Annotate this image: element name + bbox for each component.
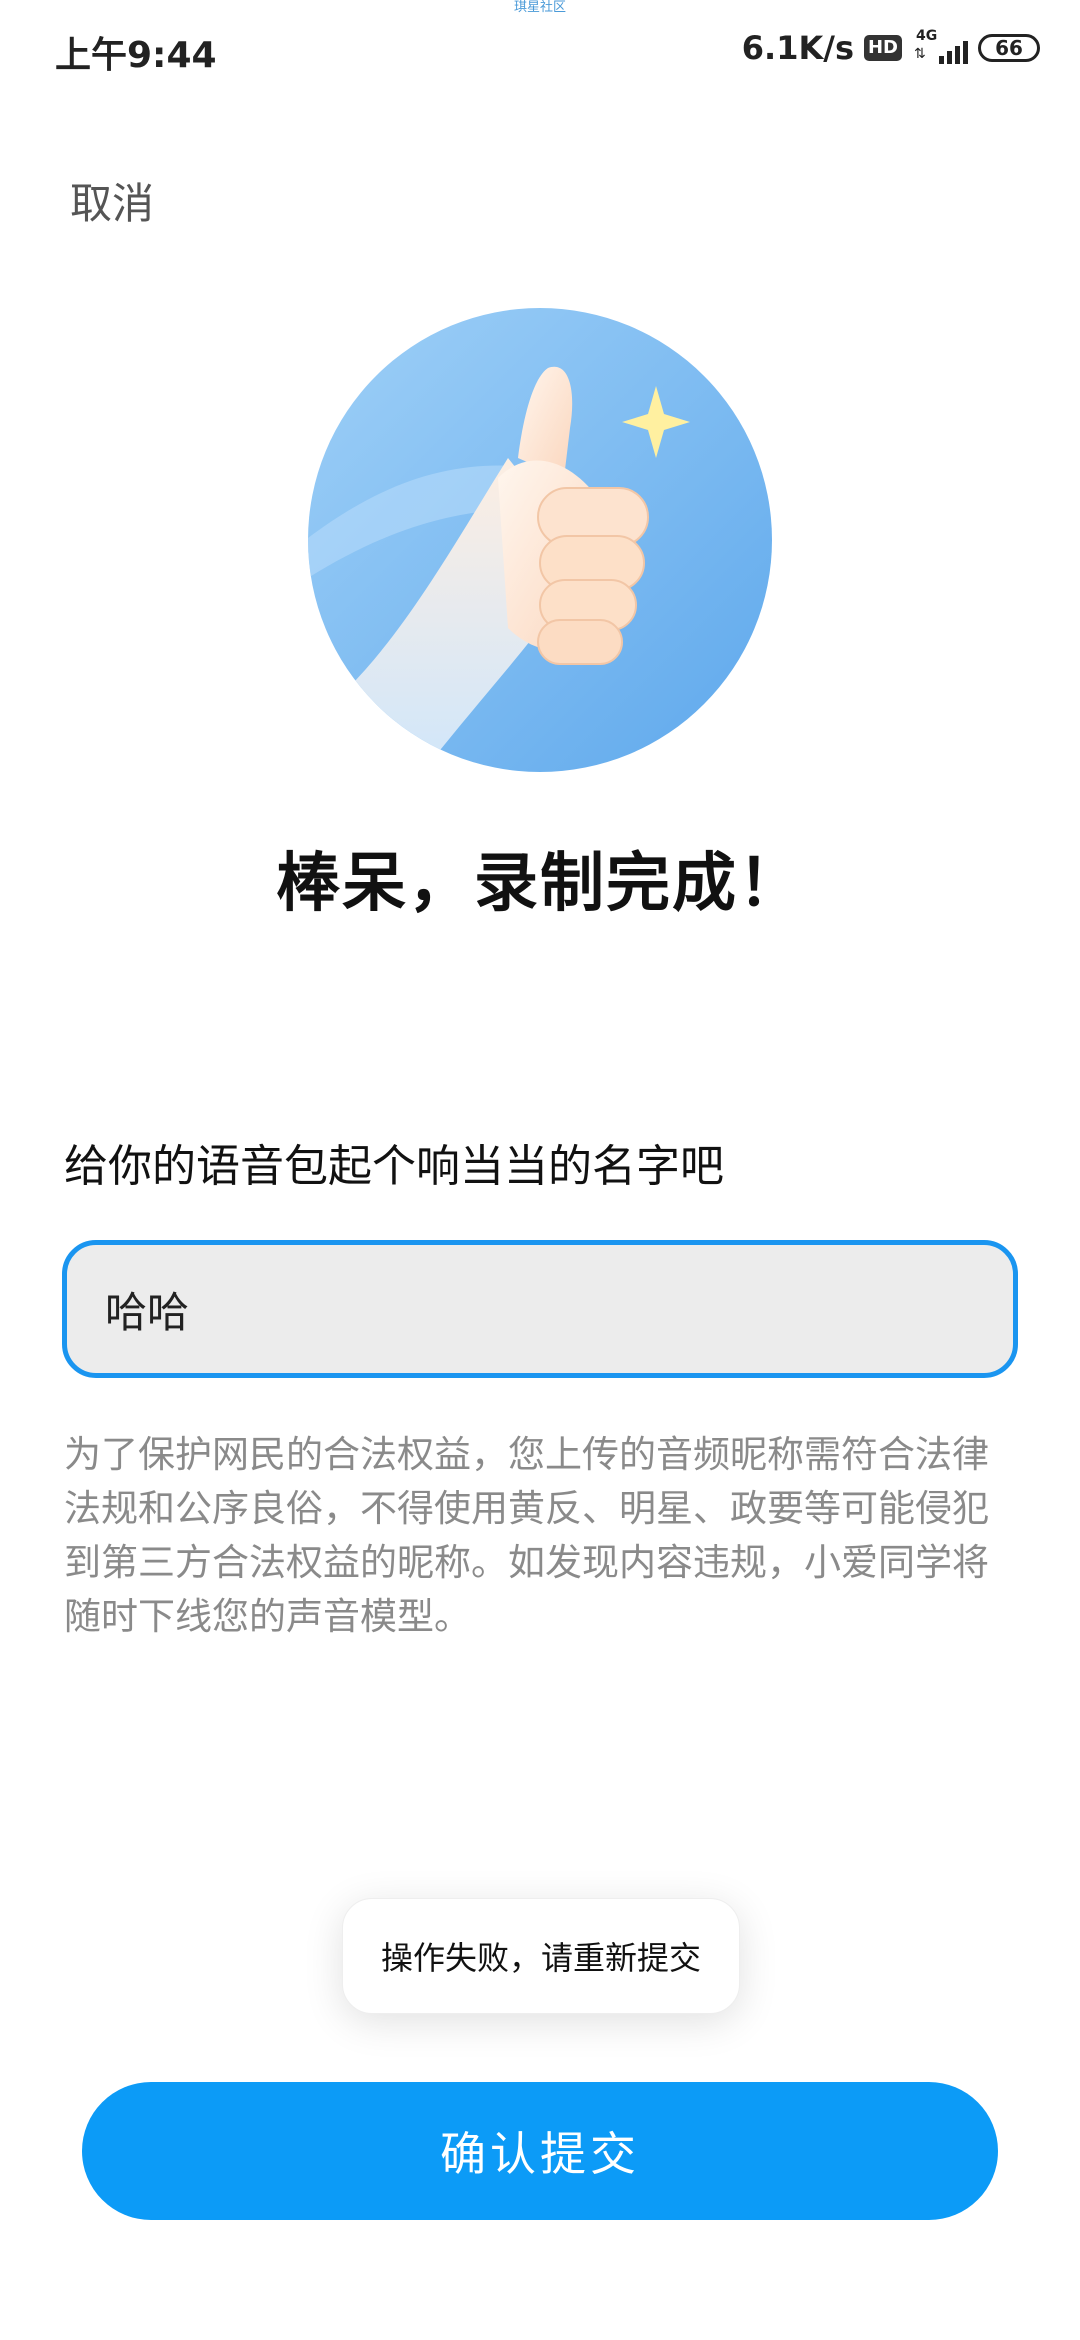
notice-text: 为了保护网民的合法权益，您上传的音频昵称需符合法律法规和公序良俗，不得使用黄反、… bbox=[64, 1433, 989, 1638]
signal-bars-icon bbox=[939, 41, 968, 64]
hd-icon: HD bbox=[863, 35, 902, 61]
thumbs-up-icon bbox=[308, 308, 772, 772]
signal-icon: 4G ⇅ bbox=[912, 28, 968, 68]
error-toast: 操作失败，请重新提交 bbox=[342, 1898, 740, 2014]
headline: 棒呆，录制完成！ bbox=[276, 847, 804, 921]
submit-button[interactable]: 确认提交 bbox=[82, 2082, 998, 2220]
status-time: 上午9:44 bbox=[55, 35, 217, 76]
voice-pack-name-input[interactable] bbox=[62, 1240, 1018, 1378]
battery-level: 66 bbox=[995, 36, 1023, 60]
network-type-label: 4G bbox=[916, 28, 938, 44]
network-speed: 6.1K/s bbox=[741, 29, 854, 67]
data-transfer-icon: ⇅ bbox=[914, 46, 926, 62]
status-indicators: 6.1K/s HD 4G ⇅ 66 bbox=[742, 28, 1040, 68]
battery-icon: 66 bbox=[978, 34, 1040, 62]
screen: 琪星社区 上午9:44 6.1K/s HD 4G ⇅ 66 取消 棒呆，录制完成… bbox=[0, 0, 1080, 2340]
status-bar: 上午9:44 6.1K/s HD 4G ⇅ 66 bbox=[0, 0, 1080, 100]
cancel-button[interactable]: 取消 bbox=[70, 170, 154, 231]
name-prompt: 给你的语音包起个响当当的名字吧 bbox=[64, 1141, 724, 1192]
